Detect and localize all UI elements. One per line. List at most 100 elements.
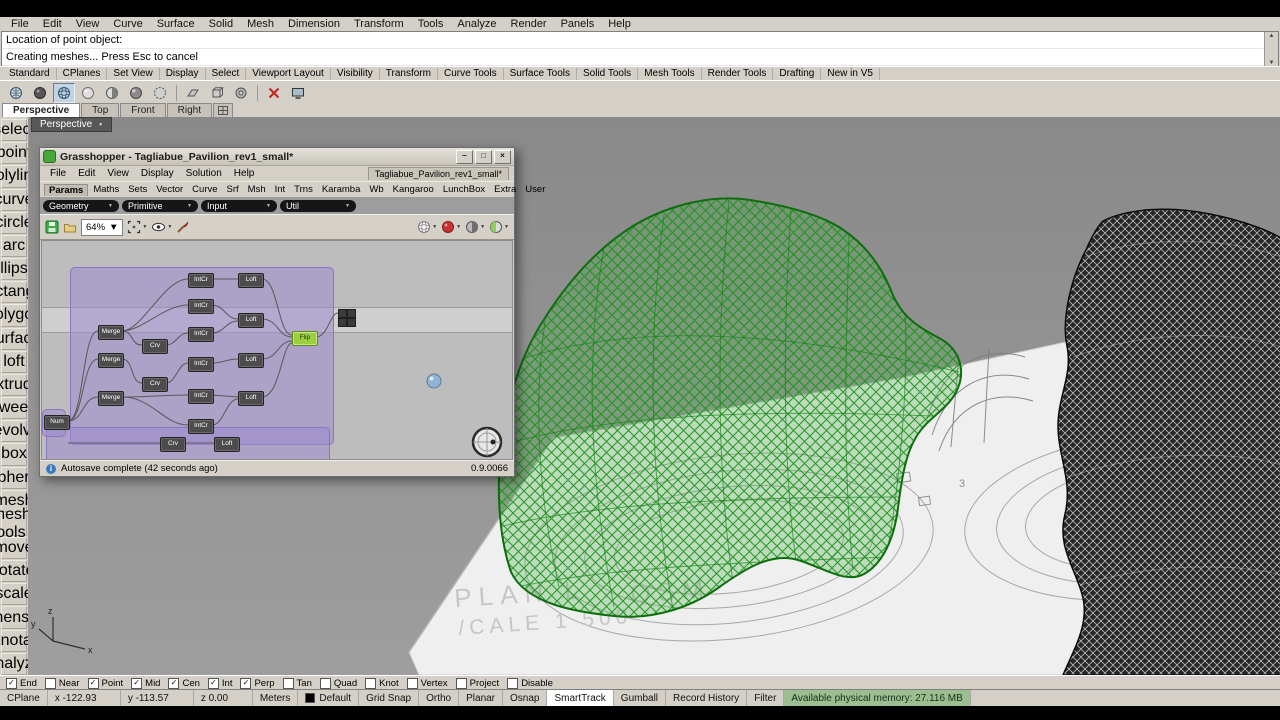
toolbar-tab[interactable]: Render Tools (702, 68, 774, 80)
grasshopper-menu-item[interactable]: Edit (72, 168, 101, 179)
menu-item[interactable]: Tools (411, 18, 451, 30)
menu-item[interactable]: Dimension (281, 18, 347, 30)
tool-icon[interactable]: polyline (1, 165, 27, 187)
grasshopper-component-tab[interactable]: Srf (223, 184, 243, 195)
category-dropdown[interactable]: Input▼ (201, 200, 277, 212)
osnap-option[interactable]: Quad (320, 678, 357, 689)
toolbar-tab[interactable]: Transform (380, 68, 438, 80)
checkbox-icon[interactable] (507, 678, 518, 689)
tool-icon[interactable]: rotate (1, 560, 27, 582)
gh-node[interactable]: Flip (292, 331, 318, 346)
grasshopper-component-tab[interactable]: Wb (365, 184, 387, 195)
checkbox-icon[interactable] (407, 678, 418, 689)
grasshopper-component-tab[interactable]: Kangaroo (389, 184, 438, 195)
tool-icon[interactable]: sweep (1, 397, 27, 419)
toolbar-tab[interactable]: Set View (107, 68, 159, 80)
tool-icon[interactable]: mesh-tools (1, 513, 27, 536)
osnap-option[interactable]: Point (88, 678, 124, 689)
toolbar-tab[interactable]: Drafting (773, 68, 821, 80)
box-icon[interactable] (206, 83, 228, 103)
gh-node[interactable]: Loft (214, 437, 240, 452)
grasshopper-component-tab[interactable]: Maths (89, 184, 123, 195)
layer-indicator[interactable]: Default (298, 690, 359, 706)
osnap-option[interactable]: Near (45, 678, 80, 689)
wireframe-preview-icon[interactable]: ▼ (417, 220, 437, 234)
osnap-option[interactable]: Mid (131, 678, 160, 689)
grasshopper-component-tab[interactable]: Msh (244, 184, 270, 195)
checkbox-icon[interactable] (168, 678, 179, 689)
menu-item[interactable]: Analyze (450, 18, 503, 30)
tool-icon[interactable]: box (1, 443, 27, 465)
grasshopper-canvas[interactable]: NumMergeMergeMergeCrvCrvIntCrIntCrIntCrI… (41, 240, 513, 460)
sphere-icon[interactable] (230, 83, 252, 103)
gh-node[interactable]: Crv (142, 377, 168, 392)
shaded-preview-icon[interactable]: ▼ (465, 220, 485, 234)
menu-item[interactable]: Mesh (240, 18, 281, 30)
viewport-tab[interactable]: Top (81, 103, 119, 117)
paint-brush-icon[interactable] (176, 220, 190, 234)
canvas-compass-widget[interactable] (470, 425, 504, 459)
toolbar-tab[interactable]: Visibility (331, 68, 380, 80)
grasshopper-component-tab[interactable]: Trns (290, 184, 317, 195)
grasshopper-component-tab[interactable]: LunchBox (439, 184, 489, 195)
menu-item[interactable]: Curve (106, 18, 149, 30)
osnap-option[interactable]: Perp (240, 678, 274, 689)
checkbox-icon[interactable] (365, 678, 376, 689)
gh-node[interactable]: Crv (142, 339, 168, 354)
perspective-viewport[interactable]: 3 PLAN L OSM /CALE 1 500 (29, 117, 1280, 675)
toolbar-tab[interactable]: Mesh Tools (638, 68, 701, 80)
units-indicator[interactable]: Meters (253, 690, 299, 706)
gh-node[interactable]: Crv (160, 437, 186, 452)
grasshopper-menu-item[interactable]: Display (135, 168, 180, 179)
grasshopper-component-tab[interactable]: Params (44, 184, 88, 196)
tool-icon[interactable]: circle (1, 212, 27, 234)
cplane-button[interactable]: CPlane (0, 690, 48, 706)
status-toggle[interactable]: Ortho (419, 690, 459, 706)
osnap-option[interactable]: Cen (168, 678, 199, 689)
checkbox-icon[interactable] (283, 678, 294, 689)
rendered-viewport-icon[interactable] (125, 83, 147, 103)
mini-component[interactable] (338, 309, 347, 318)
toolbar-tab[interactable]: Select (206, 68, 247, 80)
mini-component[interactable] (347, 318, 356, 327)
osnap-option[interactable]: Vertex (407, 678, 448, 689)
gh-node[interactable]: Loft (238, 353, 264, 368)
visibility-eye-icon[interactable]: ▼ (151, 221, 172, 233)
gh-node[interactable]: IntCr (188, 357, 214, 372)
menu-item[interactable]: Edit (36, 18, 69, 30)
toolbar-tab[interactable]: Curve Tools (438, 68, 504, 80)
gh-node[interactable]: Num (44, 415, 70, 430)
osnap-option[interactable]: Tan (283, 678, 312, 689)
grasshopper-component-tab[interactable]: Int (271, 184, 290, 195)
wireframe-viewport-icon[interactable] (53, 83, 75, 103)
gh-node[interactable]: IntCr (188, 273, 214, 288)
scroll-up-icon[interactable]: ▲ (1269, 33, 1275, 39)
menu-item[interactable]: Solid (202, 18, 240, 30)
tool-icon[interactable]: loft (1, 351, 27, 373)
status-toggle[interactable]: Filter (747, 690, 784, 706)
menu-item[interactable]: Render (504, 18, 554, 30)
disable-preview-icon[interactable]: ▼ (441, 220, 461, 234)
menu-item[interactable]: File (4, 18, 36, 30)
viewport-title-tab[interactable]: Perspective ▼ (31, 117, 112, 132)
gh-node[interactable]: Loft (238, 391, 264, 406)
gh-node[interactable]: Loft (238, 273, 264, 288)
checkbox-icon[interactable] (320, 678, 331, 689)
status-toggle[interactable]: Grid Snap (359, 690, 419, 706)
grasshopper-menu-item[interactable]: View (101, 168, 135, 179)
open-file-icon[interactable] (63, 220, 77, 234)
gh-node[interactable]: Merge (98, 325, 124, 340)
osnap-option[interactable]: Disable (507, 678, 553, 689)
osnap-option[interactable]: Knot (365, 678, 399, 689)
command-area[interactable]: Location of point object: Creating meshe… (1, 31, 1279, 68)
osnap-option[interactable]: Project (456, 678, 500, 689)
tool-icon[interactable]: ellipse (1, 258, 27, 280)
status-toggle[interactable]: Planar (459, 690, 503, 706)
save-icon[interactable] (45, 220, 59, 234)
grasshopper-component-tab[interactable]: Extra (490, 184, 520, 195)
tool-icon[interactable]: analyze (1, 653, 27, 675)
mini-component[interactable] (347, 309, 356, 318)
grasshopper-document-tab[interactable]: Tagliabue_Pavilion_rev1_small* (368, 167, 509, 180)
grasshopper-component-tab[interactable]: User (521, 184, 549, 195)
shaded-viewport-icon[interactable] (29, 83, 51, 103)
